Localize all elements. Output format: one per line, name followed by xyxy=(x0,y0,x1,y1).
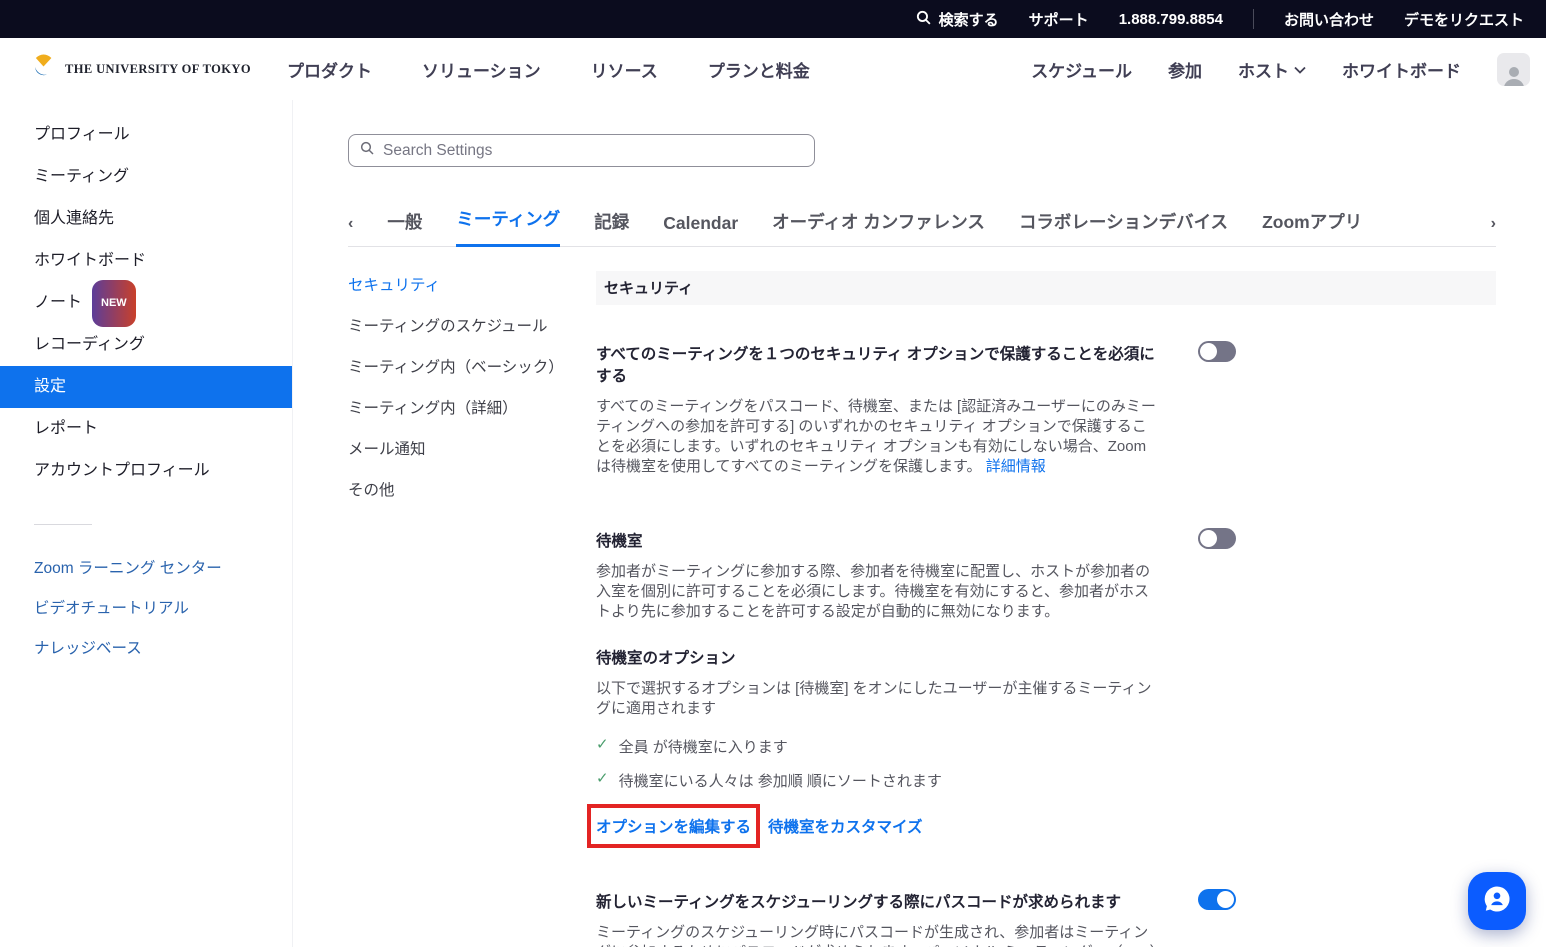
subnav-item-security[interactable]: セキュリティ xyxy=(348,273,596,295)
list-item: ✓ 待機室にいる人々は 参加順 順にソートされます xyxy=(596,770,1159,791)
setting-title: 新しいミーティングをスケジューリングする際にパスコードが求められます xyxy=(596,890,1159,912)
topbar-contact-link[interactable]: お問い合わせ xyxy=(1284,9,1374,30)
setting-require-security-option: すべてのミーティングを１つのセキュリティ オプションで保護することを必須にする … xyxy=(596,342,1496,477)
setting-passcode-required: 新しいミーティングをスケジューリングする際にパスコードが求められます ミーティン… xyxy=(596,890,1496,947)
topbar-request-demo-link[interactable]: デモをリクエスト xyxy=(1404,9,1524,30)
check-icon: ✓ xyxy=(596,736,609,754)
nav-item-resources[interactable]: リソース xyxy=(591,57,658,82)
waiting-room-links: オプションを編集する 待機室をカスタマイズ xyxy=(587,804,1159,848)
toggle-waiting-room[interactable] xyxy=(1198,528,1236,549)
sidebar-item-notes-label: ノート xyxy=(34,282,82,324)
sidebar: プロフィール ミーティング 個人連絡先 ホワイトボード ノート NEW レコーデ… xyxy=(0,100,293,947)
search-icon xyxy=(359,140,375,161)
sidebar-divider xyxy=(34,524,92,525)
tab-recording[interactable]: 記録 xyxy=(594,209,629,247)
setting-title: 待機室 xyxy=(596,529,1159,551)
nav-item-host-label: ホスト xyxy=(1238,57,1289,82)
tab-meeting[interactable]: ミーティング xyxy=(456,206,560,247)
avatar[interactable] xyxy=(1497,53,1530,86)
edit-options-link[interactable]: オプションを編集する xyxy=(596,819,751,836)
settings-tabs: ‹ 一般 ミーティング 記録 Calendar オーディオ カンファレンス コラ… xyxy=(348,206,1496,247)
sidebar-link-learning-center[interactable]: Zoom ラーニング センター xyxy=(0,547,292,587)
chevron-left-icon[interactable]: ‹ xyxy=(348,215,353,246)
nav-item-whiteboard[interactable]: ホワイトボード xyxy=(1342,57,1461,82)
subnav-item-other[interactable]: その他 xyxy=(348,478,596,500)
setting-description: 参加者がミーティングに参加する際、参加者を待機室に配置し、ホストが参加者の入室を… xyxy=(596,562,1159,622)
setting-description: ミーティングのスケジューリング時にパスコードが生成され、参加者はミーティングに参… xyxy=(596,923,1159,947)
check-icon: ✓ xyxy=(596,770,609,788)
setting-description-text: すべてのミーティングをパスコード、待機室、または [認証済みユーザーにのみミーテ… xyxy=(596,398,1156,475)
sidebar-item-settings[interactable]: 設定 xyxy=(0,366,292,408)
settings-subnav: セキュリティ ミーティングのスケジュール ミーティング内（ベーシック） ミーティ… xyxy=(348,271,596,947)
subnav-item-schedule-meeting[interactable]: ミーティングのスケジュール xyxy=(348,314,596,336)
nav-actions: スケジュール 参加 ホスト ホワイトボード xyxy=(1031,53,1530,86)
chevron-right-icon[interactable]: › xyxy=(1491,215,1496,246)
learn-more-link[interactable]: 詳細情報 xyxy=(986,458,1046,475)
list-item: ✓ 全員 が待機室に入ります xyxy=(596,736,1159,757)
sidebar-item-notes[interactable]: ノート NEW xyxy=(0,282,292,324)
nav-item-plans[interactable]: プランと料金 xyxy=(708,57,810,82)
highlight-red-box: オプションを編集する xyxy=(587,804,760,848)
search-icon xyxy=(915,9,932,30)
nav-item-join[interactable]: 参加 xyxy=(1168,57,1202,82)
waiting-room-options-title: 待機室のオプション xyxy=(596,646,1159,668)
customize-waiting-room-link[interactable]: 待機室をカスタマイズ xyxy=(768,815,923,837)
sidebar-link-video-tutorials[interactable]: ビデオチュートリアル xyxy=(0,587,292,627)
sidebar-item-profile[interactable]: プロフィール xyxy=(0,114,292,156)
nav-menu: プロダクト ソリューション リソース プランと料金 xyxy=(287,57,810,82)
check-item-label: 全員 が待機室に入ります xyxy=(619,736,788,757)
top-utility-bar: 検索する サポート 1.888.799.8854 お問い合わせ デモをリクエスト xyxy=(0,0,1546,38)
topbar-divider xyxy=(1253,9,1254,29)
tab-zoom-apps[interactable]: Zoomアプリ xyxy=(1262,209,1362,247)
topbar-phone[interactable]: 1.888.799.8854 xyxy=(1119,11,1223,28)
nav-item-host[interactable]: ホスト xyxy=(1238,57,1306,82)
sidebar-item-account-profile[interactable]: アカウントプロフィール xyxy=(0,450,292,492)
topbar-support-link[interactable]: サポート xyxy=(1029,9,1089,30)
nav-item-solutions[interactable]: ソリューション xyxy=(422,57,541,82)
subnav-item-email-notification[interactable]: メール通知 xyxy=(348,437,596,459)
university-logo[interactable]: The University of Tokyo xyxy=(30,53,251,85)
waiting-room-options-list: ✓ 全員 が待機室に入ります ✓ 待機室にいる人々は 参加順 順にソートされます xyxy=(596,736,1159,791)
tab-audio-conference[interactable]: オーディオ カンファレンス xyxy=(772,209,985,247)
sidebar-item-contacts[interactable]: 個人連絡先 xyxy=(0,198,292,240)
settings-search-box[interactable] xyxy=(348,134,815,167)
nav-item-products[interactable]: プロダクト xyxy=(287,57,372,82)
toggle-passcode-required[interactable] xyxy=(1198,889,1236,910)
check-item-label: 待機室にいる人々は 参加順 順にソートされます xyxy=(619,770,942,791)
ginkgo-leaf-icon xyxy=(30,53,57,85)
tab-collaboration-devices[interactable]: コラボレーションデバイス xyxy=(1019,209,1228,247)
section-header-security: セキュリティ xyxy=(596,271,1496,305)
chat-person-icon xyxy=(1481,883,1513,920)
subnav-item-in-meeting-advanced[interactable]: ミーティング内（詳細） xyxy=(348,396,596,418)
chevron-down-icon xyxy=(1294,59,1306,79)
sidebar-item-whiteboard[interactable]: ホワイトボード xyxy=(0,240,292,282)
support-chat-button[interactable] xyxy=(1468,872,1526,930)
settings-search-input[interactable] xyxy=(383,142,783,160)
tab-general[interactable]: 一般 xyxy=(387,209,422,247)
setting-waiting-room: 待機室 参加者がミーティングに参加する際、参加者を待機室に配置し、ホストが参加者… xyxy=(596,529,1496,848)
settings-panel: セキュリティ すべてのミーティングを１つのセキュリティ オプションで保護すること… xyxy=(596,271,1496,947)
university-logo-text: The University of Tokyo xyxy=(65,62,251,77)
setting-title: すべてのミーティングを１つのセキュリティ オプションで保護することを必須にする xyxy=(596,342,1159,386)
main-navbar: The University of Tokyo プロダクト ソリューション リソ… xyxy=(0,38,1546,100)
sidebar-item-reports[interactable]: レポート xyxy=(0,408,292,450)
setting-description: すべてのミーティングをパスコード、待機室、または [認証済みユーザーにのみミーテ… xyxy=(596,397,1159,477)
waiting-room-options-description: 以下で選択するオプションは [待機室] をオンにしたユーザーが主催するミーティン… xyxy=(596,679,1159,719)
topbar-search[interactable]: 検索する xyxy=(915,9,999,30)
subnav-item-in-meeting-basic[interactable]: ミーティング内（ベーシック） xyxy=(348,355,596,377)
tab-calendar[interactable]: Calendar xyxy=(663,213,738,247)
nav-item-schedule[interactable]: スケジュール xyxy=(1031,57,1132,82)
sidebar-link-knowledge-base[interactable]: ナレッジベース xyxy=(0,627,292,667)
sidebar-item-meetings[interactable]: ミーティング xyxy=(0,156,292,198)
sidebar-item-recordings[interactable]: レコーディング xyxy=(0,324,292,366)
topbar-search-label: 検索する xyxy=(939,9,999,30)
toggle-require-security-option[interactable] xyxy=(1198,341,1236,362)
settings-content: ‹ 一般 ミーティング 記録 Calendar オーディオ カンファレンス コラ… xyxy=(293,100,1546,947)
new-badge: NEW xyxy=(92,280,136,327)
